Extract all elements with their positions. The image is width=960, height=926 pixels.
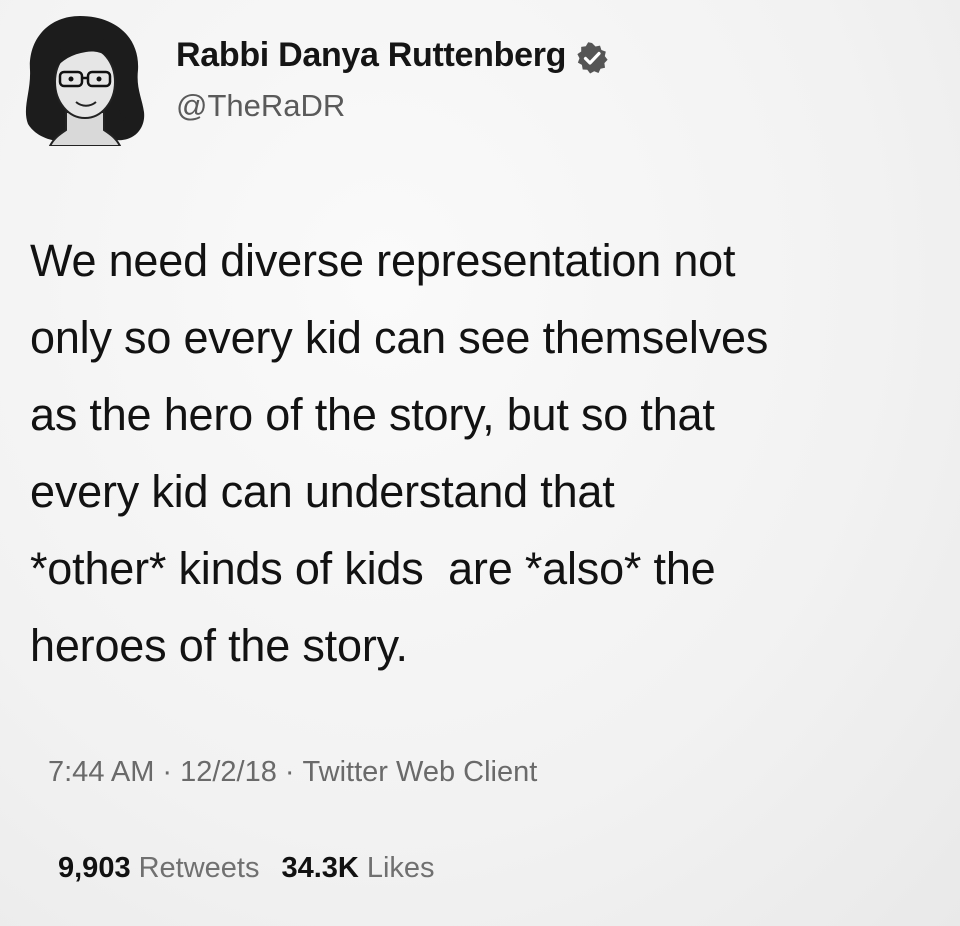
verified-badge-icon [577, 41, 608, 73]
tweet-client[interactable]: Twitter Web Client [303, 756, 538, 788]
avatar[interactable] [20, 12, 150, 146]
author-name[interactable]: Rabbi Danya Ruttenberg [176, 36, 566, 75]
tweet-text-line: as the hero of the story, but so that [30, 389, 715, 440]
tweet-text: We need diverse representation not only … [30, 222, 930, 684]
tweet-text-line: heroes of the story. [30, 620, 408, 671]
meta-separator: · [162, 756, 173, 788]
tweet-card: Rabbi Danya Ruttenberg @TheRaDR We need … [0, 0, 960, 926]
retweets-count: 9,903 [58, 852, 131, 884]
author-handle[interactable]: @TheRaDR [176, 88, 345, 124]
tweet-time[interactable]: 7:44 AM [48, 756, 154, 788]
likes-label: Likes [366, 852, 435, 884]
likes-stat[interactable]: 34.3K Likes [281, 852, 456, 884]
likes-count: 34.3K [281, 852, 359, 884]
author-name-row: Rabbi Danya Ruttenberg [176, 36, 608, 75]
tweet-date[interactable]: 12/2/18 [180, 756, 277, 788]
retweets-label: Retweets [138, 852, 260, 884]
tweet-text-line: *other* kinds of kids are *also* the [30, 543, 716, 594]
tweet-stats: 9,903 Retweets 34.3K Likes [58, 852, 457, 885]
tweet-text-line: only so every kid can see themselves [30, 312, 769, 363]
tweet-meta: 7:44 AM · 12/2/18 · Twitter Web Client [48, 756, 537, 789]
retweets-stat[interactable]: 9,903 Retweets [58, 852, 281, 884]
tweet-text-line: We need diverse representation not [30, 235, 736, 286]
meta-separator: · [284, 756, 295, 788]
tweet-text-line: every kid can understand that [30, 466, 615, 517]
